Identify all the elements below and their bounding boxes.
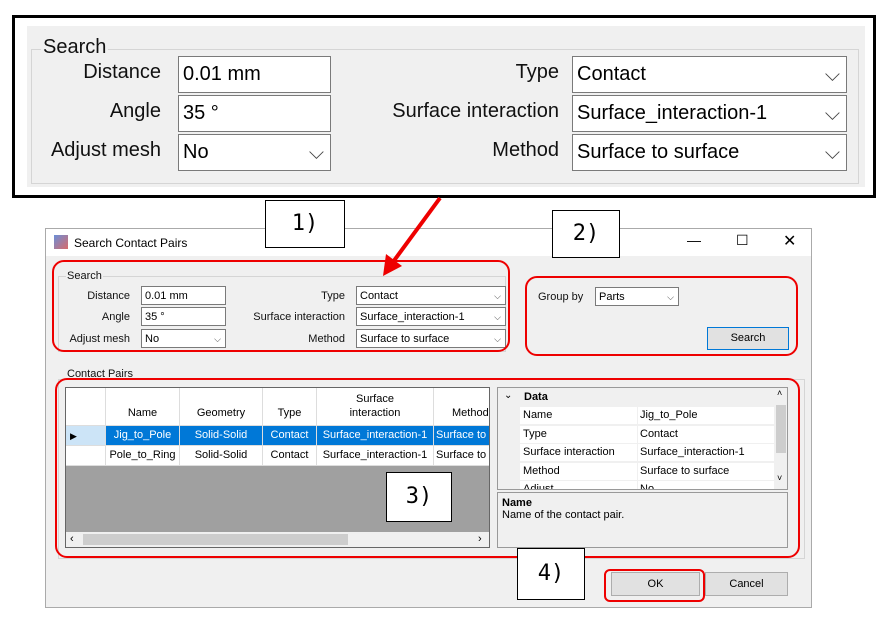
red-arrow-icon bbox=[383, 196, 442, 276]
callout-1: 1) bbox=[265, 200, 345, 248]
callout-2: 2) bbox=[552, 210, 620, 258]
callout-4: 4) bbox=[517, 548, 585, 600]
callout-3: 3) bbox=[386, 472, 452, 522]
